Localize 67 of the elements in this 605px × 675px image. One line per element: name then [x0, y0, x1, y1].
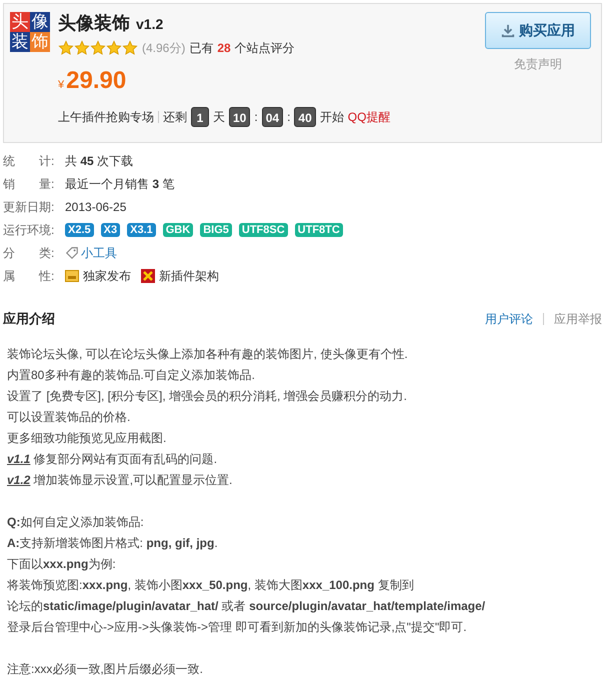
detail-label: 更新日期: — [3, 198, 56, 216]
exclusive-icon — [65, 270, 79, 282]
detail-value: 2013-06-25 — [65, 198, 126, 216]
section-link[interactable]: 应用举报 — [554, 310, 602, 328]
countdown-unit: 天 — [213, 109, 225, 126]
star-icon — [106, 40, 122, 56]
sale-label: 上午插件抢购专场 — [58, 109, 154, 126]
countdown-digit: 1 — [191, 107, 209, 127]
disclaimer-link[interactable]: 免责声明 — [514, 55, 562, 73]
countdown-digit: 04 — [262, 107, 284, 127]
tag-icon — [65, 246, 79, 260]
description-line: 注意:xxx必须一致,图片后缀必须一致. — [7, 660, 204, 675]
countdown-unit: : — [254, 109, 258, 126]
rating-prefix: 已有 — [189, 40, 214, 57]
star-icon — [58, 40, 74, 56]
countdown-unit: : — [287, 109, 290, 126]
description-line: 可以设置装饰品的价格. — [7, 408, 132, 426]
detail-value: 最近一个月销售 3 笔 — [65, 176, 174, 192]
rating-suffix: 个站点评分 — [234, 40, 295, 57]
rating-score: (4.96分) — [142, 40, 186, 57]
remaining-label: 还剩 — [163, 109, 187, 126]
detail-value: 共 45 次下载 — [65, 152, 134, 170]
buy-button[interactable]: 购买应用 — [485, 12, 591, 49]
detail-label: 属 性: — [3, 268, 56, 284]
environment-tag: BIG5 — [200, 222, 232, 236]
description-line: 下面以xxx.png为例: — [7, 556, 117, 572]
app-logo: 头 像 装 饰 — [10, 12, 50, 52]
price: 29.90 — [66, 66, 126, 96]
description-line: 登录后台管理中心->应用->头像装饰->管理 即可看到新加的头像装饰记录,点"提交"即可. — [7, 618, 468, 636]
detail-label: 销 量: — [3, 176, 56, 192]
environment-tag: UTF8TC — [294, 222, 343, 236]
description-line: 将装饰预览图:xxx.png, 装饰小图xxx_50.png, 装饰大图xxx_100.png 复制到 — [7, 576, 415, 594]
environment-tag: X3 — [100, 222, 120, 236]
description-line: A:支持新增装饰图片格式: png, gif, jpg. — [7, 534, 219, 552]
description-line: v1.1 修复部分网站有页面有乱码的问题. — [7, 450, 218, 468]
countdown-digit: 40 — [294, 107, 316, 127]
star-icon — [74, 40, 90, 56]
app-title: 头像装饰 — [58, 12, 130, 35]
description-line: 设置了 [免费专区], [积分专区], 增强会员的积分消耗, 增强会员赚积分的动力. — [7, 388, 408, 404]
description-line: 更多细致功能预览见应用截图. — [7, 430, 168, 446]
app-version: v1.2 — [136, 15, 164, 34]
detail-label: 分 类: — [3, 244, 56, 262]
description-line: 装饰论坛头像, 可以在论坛头像上添加各种有趣的装饰图片, 使头像更有个性. — [7, 346, 409, 362]
environment-tag: X2.5 — [65, 222, 94, 236]
start-label: 开始 — [320, 109, 344, 126]
star-icon — [122, 40, 138, 56]
download-icon — [501, 24, 515, 38]
description-line: Q:如何自定义添加装饰品: — [7, 514, 145, 530]
attribute-label: 独家发布 — [83, 268, 131, 284]
star-icon — [90, 40, 106, 56]
attribute-label: 新插件架构 — [159, 268, 219, 284]
countdown-digit: 10 — [229, 107, 250, 127]
rating-count: 28 — [217, 40, 231, 57]
environment-tag: GBK — [162, 222, 194, 236]
detail-label: 运行环境: — [3, 222, 56, 238]
category-link[interactable]: 小工具 — [81, 244, 117, 262]
section-title: 应用介绍 — [3, 310, 55, 328]
detail-label: 统 计: — [3, 152, 56, 170]
cross-icon — [141, 268, 155, 282]
description-line: 论坛的static/image/plugin/avatar_hat/ 或者 source/plugin/avatar_hat/template/image/ — [7, 598, 486, 614]
environment-tag: X3.1 — [127, 222, 156, 236]
environment-tag: UTF8SC — [238, 222, 288, 236]
description-line: 内置80多种有趣的装饰品.可自定义添加装饰品. — [7, 366, 256, 384]
section-link[interactable]: 用户评论 — [485, 310, 533, 328]
currency-symbol: ¥ — [58, 78, 64, 93]
description-line: v1.2 增加装饰显示设置,可以配置显示位置. — [7, 472, 234, 488]
qq-remind-link[interactable]: QQ提醒 — [348, 108, 390, 126]
